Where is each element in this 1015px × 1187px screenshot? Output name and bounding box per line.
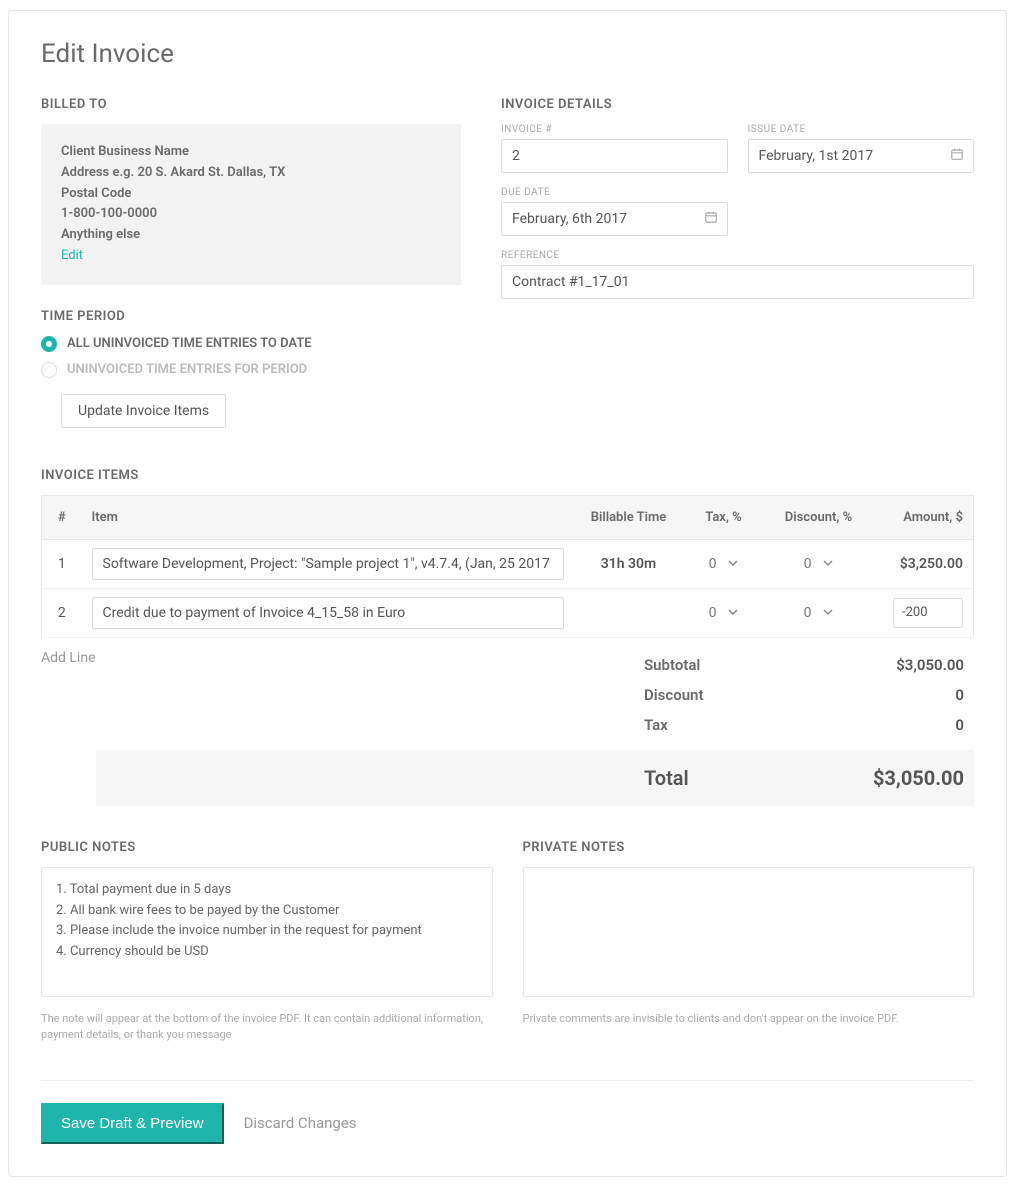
tax-label: Tax xyxy=(644,716,844,734)
billed-line: Anything else xyxy=(61,225,441,246)
billable-time xyxy=(574,588,684,637)
tax-select[interactable]: 0 xyxy=(709,605,739,621)
invoice-card: Edit Invoice BILLED TO Client Business N… xyxy=(8,10,1007,1177)
col-tax: Tax, % xyxy=(684,495,764,539)
total-value: $3,050.00 xyxy=(844,766,964,790)
total-label: Total xyxy=(644,766,844,790)
row-num: 1 xyxy=(42,539,82,588)
billed-line: Address e.g. 20 S. Akard St. Dallas, TX xyxy=(61,163,441,184)
due-date-label: DUE DATE xyxy=(501,187,728,198)
radio-uninvoiced-period[interactable]: UNINVOICED TIME ENTRIES FOR PERIOD xyxy=(41,362,461,378)
billed-line: Postal Code xyxy=(61,184,441,205)
col-item: Item xyxy=(82,495,574,539)
chevron-down-icon xyxy=(728,605,738,621)
invoice-num-input[interactable] xyxy=(501,139,728,173)
due-date-input[interactable] xyxy=(501,202,728,236)
invoice-items-table: # Item Billable Time Tax, % Discount, % … xyxy=(41,495,974,638)
col-billable: Billable Time xyxy=(574,495,684,539)
public-notes-input[interactable] xyxy=(41,867,493,997)
reference-label: REFERENCE xyxy=(501,250,974,261)
discount-value: 0 xyxy=(844,686,964,704)
radio-all-uninvoiced[interactable]: ALL UNINVOICED TIME ENTRIES TO DATE xyxy=(41,336,461,352)
add-line-link[interactable]: Add Line xyxy=(41,650,96,666)
table-row: 2 0 0 xyxy=(42,588,974,637)
public-notes-label: PUBLIC NOTES xyxy=(41,840,493,855)
invoice-details-label: INVOICE DETAILS xyxy=(501,97,974,112)
edit-billed-link[interactable]: Edit xyxy=(61,246,441,267)
row-num: 2 xyxy=(42,588,82,637)
amount-cell: $3,250.00 xyxy=(874,539,974,588)
discount-value: 0 xyxy=(804,605,812,621)
invoice-items-label: INVOICE ITEMS xyxy=(41,468,974,483)
tax-select[interactable]: 0 xyxy=(709,556,739,572)
tax-value: 0 xyxy=(844,716,964,734)
private-notes-hint: Private comments are invisible to client… xyxy=(523,1011,975,1028)
tax-value: 0 xyxy=(709,605,717,621)
chevron-down-icon xyxy=(728,556,738,572)
private-notes-input[interactable] xyxy=(523,867,975,997)
page-title: Edit Invoice xyxy=(41,39,974,69)
save-draft-preview-button[interactable]: Save Draft & Preview xyxy=(41,1103,224,1144)
billable-time: 31h 30m xyxy=(574,539,684,588)
public-notes-hint: The note will appear at the bottom of th… xyxy=(41,1011,493,1044)
amount-input[interactable] xyxy=(893,598,963,628)
discount-value: 0 xyxy=(804,556,812,572)
billed-to-box: Client Business Name Address e.g. 20 S. … xyxy=(41,124,461,285)
discard-changes-button[interactable]: Discard Changes xyxy=(244,1114,357,1132)
issue-date-label: ISSUE DATE xyxy=(748,124,975,135)
issue-date-input[interactable] xyxy=(748,139,975,173)
tax-value: 0 xyxy=(709,556,717,572)
discount-label: Discount xyxy=(644,686,844,704)
radio-off-icon xyxy=(41,362,57,378)
update-invoice-items-button[interactable]: Update Invoice Items xyxy=(61,394,226,428)
radio-label: ALL UNINVOICED TIME ENTRIES TO DATE xyxy=(67,336,312,351)
billed-to-label: BILLED TO xyxy=(41,97,461,112)
subtotal-value: $3,050.00 xyxy=(844,656,964,674)
discount-select[interactable]: 0 xyxy=(804,556,834,572)
discount-select[interactable]: 0 xyxy=(804,605,834,621)
subtotal-label: Subtotal xyxy=(644,656,844,674)
time-period-label: TIME PERIOD xyxy=(41,309,461,324)
billed-line: 1-800-100-0000 xyxy=(61,204,441,225)
invoice-num-label: INVOICE # xyxy=(501,124,728,135)
col-amount: Amount, $ xyxy=(874,495,974,539)
item-description-input[interactable] xyxy=(92,548,564,580)
chevron-down-icon xyxy=(823,556,833,572)
private-notes-label: PRIVATE NOTES xyxy=(523,840,975,855)
reference-input[interactable] xyxy=(501,265,974,299)
col-discount: Discount, % xyxy=(764,495,874,539)
chevron-down-icon xyxy=(823,605,833,621)
item-description-input[interactable] xyxy=(92,597,564,629)
radio-label: UNINVOICED TIME ENTRIES FOR PERIOD xyxy=(67,362,307,377)
radio-on-icon xyxy=(41,336,57,352)
col-num: # xyxy=(42,495,82,539)
table-row: 1 31h 30m 0 0 xyxy=(42,539,974,588)
divider xyxy=(41,1080,974,1081)
billed-line: Client Business Name xyxy=(61,142,441,163)
